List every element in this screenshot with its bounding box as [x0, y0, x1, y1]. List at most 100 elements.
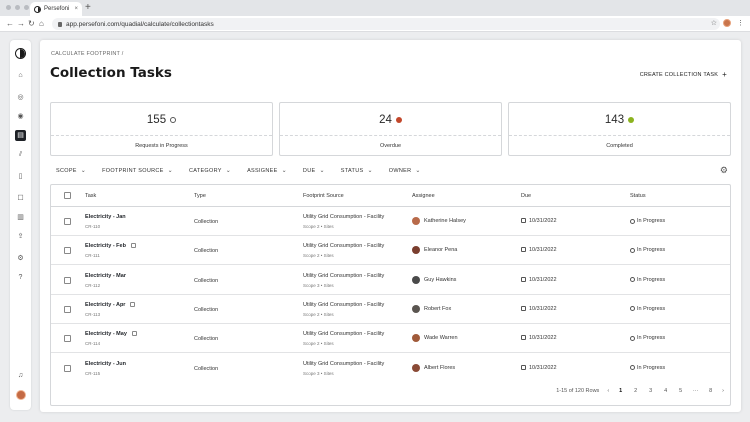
address-bar[interactable]: app.persefoni.com/quadial/calculate/coll…	[52, 18, 720, 30]
forward-icon[interactable]: →	[17, 18, 25, 30]
new-tab-icon[interactable]: +	[85, 3, 91, 13]
column-header-due[interactable]: Due	[521, 193, 531, 199]
stat-card-in-progress[interactable]: 155 Requests in Progress	[50, 102, 273, 156]
status-badge: In Progress	[637, 335, 666, 342]
filter-footprint-source[interactable]: FOOTPRINT SOURCE ⌄	[102, 167, 173, 175]
row-checkbox[interactable]	[64, 218, 71, 225]
row-checkbox[interactable]	[64, 305, 71, 313]
assignee-cell[interactable]: Guy Hawkins	[412, 275, 457, 284]
chevron-down-icon: ⌄	[319, 168, 325, 174]
browser-menu-icon[interactable]: ⋮	[737, 19, 744, 27]
persefoni-favicon-icon	[34, 5, 41, 13]
filter-assignee[interactable]: ASSIGNEE ⌄	[247, 167, 287, 175]
task-name[interactable]: Electricity - Jan	[85, 214, 126, 220]
upload-nav-icon[interactable]: ⇪	[15, 231, 26, 242]
stat-label: Completed	[606, 143, 633, 149]
page-5-button[interactable]: 5	[677, 388, 684, 394]
filter-owner[interactable]: OWNER ⌄	[388, 167, 421, 175]
completed-icon	[628, 117, 635, 123]
page-8-button[interactable]: 8	[707, 388, 714, 394]
tasks-nav-icon[interactable]: ☐	[15, 193, 26, 204]
in-progress-icon	[630, 247, 635, 253]
select-all-checkbox[interactable]	[64, 192, 71, 199]
table-row[interactable]: Electricity - Apr CR-113 Collection Utility…	[51, 295, 730, 324]
table-row[interactable]: Electricity - Mar CR-112 Collection Utility…	[51, 266, 730, 295]
filter-category[interactable]: CATEGORY ⌄	[189, 167, 231, 175]
column-header-type[interactable]: Type	[194, 193, 206, 199]
row-checkbox[interactable]	[64, 335, 71, 343]
create-collection-task-button[interactable]: CREATE COLLECTION TASK +	[640, 71, 727, 79]
stat-card-overdue[interactable]: 24 Overdue	[279, 102, 502, 156]
app-logo-icon[interactable]	[15, 48, 26, 59]
assignee-cell[interactable]: Albert Flores	[412, 363, 455, 372]
status-badge: In Progress	[637, 247, 666, 254]
home-nav-icon[interactable]: ⌂	[15, 70, 26, 81]
table-row[interactable]: Electricity - Jan CR-110 Collection Utility…	[51, 207, 730, 236]
row-checkbox[interactable]	[64, 247, 71, 255]
stat-card-completed[interactable]: 143 Completed	[508, 102, 731, 156]
profile-avatar[interactable]	[723, 19, 731, 27]
explore-nav-icon[interactable]: ◎	[15, 92, 26, 103]
filter-bar: SCOPE ⌄ FOOTPRINT SOURCE ⌄ CATEGORY ⌄ ASSIGNEE…	[56, 167, 421, 175]
targets-nav-icon[interactable]: ◉	[15, 111, 26, 122]
task-name[interactable]: Electricity - Apr	[85, 302, 125, 308]
table-settings-gear-icon[interactable]: ⚙	[720, 165, 728, 176]
column-header-assignee[interactable]: Assignee	[412, 193, 435, 199]
browser-tab[interactable]: Persefoni ×	[30, 2, 82, 16]
back-icon[interactable]: ←	[6, 18, 14, 30]
page-4-button[interactable]: 4	[662, 388, 669, 394]
page-3-button[interactable]: 3	[647, 388, 654, 394]
status-cell: In Progress	[630, 277, 665, 283]
page-2-button[interactable]: 2	[632, 388, 639, 394]
bookmark-star-icon[interactable]: ☆	[711, 19, 717, 27]
assignee-name: Guy Hawkins	[424, 276, 457, 283]
filter-due[interactable]: DUE ⌄	[302, 167, 325, 175]
next-page-icon[interactable]: ›	[722, 388, 724, 394]
filter-label: DUE	[302, 167, 316, 174]
filter-scope[interactable]: SCOPE ⌄	[56, 167, 86, 175]
column-header-status[interactable]: Status	[630, 193, 646, 199]
documents-nav-icon[interactable]: ▥	[15, 212, 26, 223]
calendar-icon	[521, 335, 526, 341]
in-progress-icon	[630, 306, 635, 312]
type-cell: Collection	[194, 277, 219, 284]
assignee-cell[interactable]: Robert Fox	[412, 304, 451, 313]
task-name[interactable]: Electricity - Mar	[85, 273, 126, 279]
tab-close-icon[interactable]: ×	[74, 6, 78, 12]
assignee-name: Wade Warren	[424, 335, 458, 342]
column-header-task[interactable]: Task	[85, 193, 96, 199]
analytics-nav-icon[interactable]: ⫽	[15, 149, 26, 160]
row-checkbox[interactable]	[64, 364, 71, 372]
table-row[interactable]: Electricity - Jun CR-115 Collection Utility…	[51, 354, 730, 383]
assignee-cell[interactable]: Katherine Halsey	[412, 217, 466, 225]
status-badge: In Progress	[637, 305, 666, 312]
filter-status[interactable]: STATUS ⌄	[341, 167, 373, 175]
table-row[interactable]: Electricity - Feb CR-111 Collection Utility…	[51, 236, 730, 266]
page-1-button[interactable]: 1	[617, 388, 624, 394]
scope-label: Scope 2 • Sites	[303, 253, 334, 259]
task-name[interactable]: Electricity - May	[85, 331, 127, 337]
help-nav-icon[interactable]: ?	[15, 272, 26, 283]
window-controls[interactable]	[6, 5, 29, 10]
main-panel: CALCULATE FOOTPRINT / Collection Tasks C…	[40, 40, 741, 412]
prev-page-icon[interactable]: ‹	[607, 388, 609, 394]
reports-nav-icon[interactable]: ▯	[15, 171, 26, 182]
table-row[interactable]: Electricity - May CR-114 Collection Utility…	[51, 324, 730, 354]
assignee-cell[interactable]: Wade Warren	[412, 334, 458, 343]
home-icon[interactable]: ⌂	[39, 18, 44, 30]
source-cell: Utility Grid Consumption - Facility Scope…	[303, 302, 384, 317]
notifications-bell-icon[interactable]: ♫	[15, 370, 26, 381]
task-name[interactable]: Electricity - Feb	[85, 243, 126, 249]
reload-icon[interactable]: ↻	[28, 18, 35, 30]
avatar	[412, 363, 420, 372]
calculate-nav-icon[interactable]: ▤	[15, 130, 26, 141]
source-cell: Utility Grid Consumption - Facility Scope…	[303, 214, 384, 229]
assignee-cell[interactable]: Eleanor Pena	[412, 246, 457, 255]
task-name[interactable]: Electricity - Jun	[85, 361, 126, 367]
row-checkbox[interactable]	[64, 276, 71, 284]
filter-label: OWNER	[388, 167, 412, 174]
settings-nav-icon[interactable]: ⚙	[15, 253, 26, 264]
user-avatar[interactable]	[15, 389, 26, 400]
breadcrumb[interactable]: CALCULATE FOOTPRINT /	[51, 51, 123, 57]
column-header-footprint-source[interactable]: Footprint Source	[303, 193, 344, 199]
